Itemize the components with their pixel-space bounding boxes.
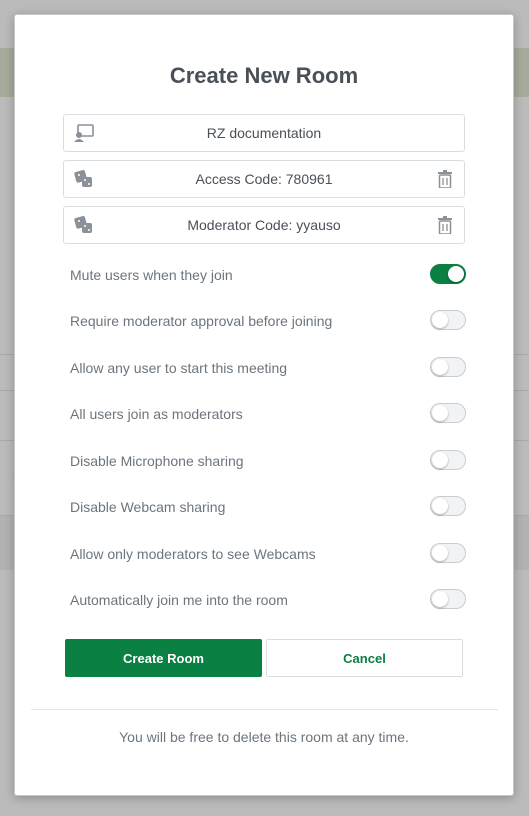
create-room-modal: Create New Room RZ documentation Access … xyxy=(14,14,514,796)
option-label: All users join as moderators xyxy=(70,406,243,422)
room-name-icon xyxy=(74,124,94,142)
toggle-knob xyxy=(432,545,448,561)
modal-title: Create New Room xyxy=(169,63,359,88)
option-all-moderators: All users join as moderators xyxy=(70,402,470,426)
option-auto-join: Automatically join me into the room xyxy=(70,588,470,612)
toggle-switch[interactable] xyxy=(430,543,466,563)
option-mute-on-join: Mute users when they join xyxy=(70,263,470,287)
room-name-value: RZ documentation xyxy=(206,125,322,141)
option-moderators-see-webcams: Allow only moderators to see Webcams xyxy=(70,542,470,566)
option-label: Disable Webcam sharing xyxy=(70,499,226,515)
access-code-value: Access Code: 780961 xyxy=(195,171,333,187)
option-any-user-start: Allow any user to start this meeting xyxy=(70,356,470,380)
toggle-switch[interactable] xyxy=(430,310,466,330)
option-label: Allow only moderators to see Webcams xyxy=(70,546,316,562)
create-room-button[interactable]: Create Room xyxy=(65,639,262,677)
option-disable-webcam: Disable Webcam sharing xyxy=(70,495,470,519)
toggle-knob xyxy=(432,591,448,607)
toggle-switch[interactable] xyxy=(430,496,466,516)
toggle-switch[interactable] xyxy=(430,264,466,284)
dice-icon[interactable] xyxy=(74,216,94,234)
toggle-knob xyxy=(432,452,448,468)
toggle-knob xyxy=(432,312,448,328)
option-disable-microphone: Disable Microphone sharing xyxy=(70,449,470,473)
moderator-code-field[interactable]: Moderator Code: yyauso xyxy=(63,206,465,244)
moderator-code-value: Moderator Code: yyauso xyxy=(187,217,341,233)
option-label: Mute users when they join xyxy=(70,267,233,283)
room-name-field[interactable]: RZ documentation xyxy=(63,114,465,152)
option-label: Require moderator approval before joinin… xyxy=(70,313,333,329)
trash-icon[interactable] xyxy=(438,170,452,188)
cancel-button[interactable]: Cancel xyxy=(266,639,463,677)
toggle-knob xyxy=(432,405,448,421)
dice-icon[interactable] xyxy=(74,170,94,188)
footer-divider xyxy=(31,709,498,710)
option-label: Automatically join me into the room xyxy=(70,592,288,608)
toggle-switch[interactable] xyxy=(430,357,466,377)
access-code-field[interactable]: Access Code: 780961 xyxy=(63,160,465,198)
toggle-knob xyxy=(432,498,448,514)
toggle-switch[interactable] xyxy=(430,589,466,609)
toggle-knob xyxy=(432,359,448,375)
option-label: Disable Microphone sharing xyxy=(70,453,244,469)
toggle-knob xyxy=(448,266,464,282)
toggle-switch[interactable] xyxy=(430,450,466,470)
footer-note: You will be free to delete this room at … xyxy=(119,729,409,745)
toggle-switch[interactable] xyxy=(430,403,466,423)
option-require-approval: Require moderator approval before joinin… xyxy=(70,309,470,333)
trash-icon[interactable] xyxy=(438,216,452,234)
option-label: Allow any user to start this meeting xyxy=(70,360,288,376)
